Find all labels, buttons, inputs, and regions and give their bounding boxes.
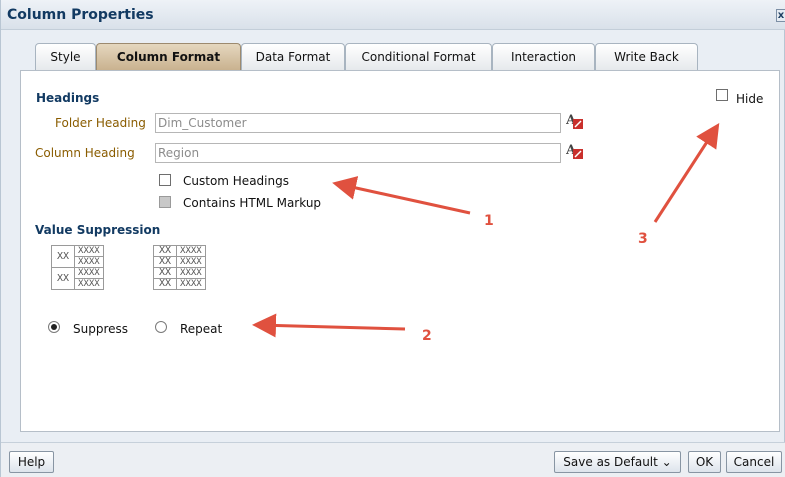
preview-repeat-cell: XX: [152, 256, 178, 268]
title-bar: Column Properties x: [1, 0, 785, 30]
suppress-preview-image: XX XXXX XXXX XX XXXX XXXX: [50, 245, 104, 290]
html-markup-checkbox[interactable]: [159, 196, 171, 208]
repeat-preview-image: XX XXXX XX XXXX XX XXXX XX XXXX: [152, 245, 206, 290]
repeat-label: Repeat: [180, 322, 223, 336]
column-properties-dialog: Column Properties x Style Column Format …: [0, 0, 785, 477]
preview-value-cell: XXXX: [176, 267, 206, 279]
cancel-button[interactable]: Cancel: [726, 451, 782, 473]
preview-repeat-cell: XX: [152, 267, 178, 279]
column-heading-label: Column Heading: [35, 146, 135, 160]
repeat-radio[interactable]: [155, 321, 167, 333]
preview-repeat-cell: XX: [152, 245, 178, 257]
tab-column-format[interactable]: Column Format: [96, 43, 241, 70]
tab-write-back[interactable]: Write Back: [595, 43, 698, 70]
hide-label: Hide: [736, 92, 764, 106]
headings-section-title: Headings: [36, 91, 100, 105]
annotation-label-3: 3: [638, 231, 648, 247]
tab-style[interactable]: Style: [35, 43, 96, 70]
suppress-radio[interactable]: [48, 321, 60, 333]
close-icon[interactable]: x: [776, 9, 785, 22]
help-button[interactable]: Help: [9, 451, 54, 473]
hide-checkbox[interactable]: [716, 89, 728, 101]
custom-headings-checkbox[interactable]: [159, 174, 171, 186]
dialog-title: Column Properties: [7, 7, 154, 23]
preview-value-cell: XXXX: [176, 278, 206, 290]
preview-value-cell: XXXX: [176, 256, 206, 268]
tab-interaction[interactable]: Interaction: [492, 43, 595, 70]
custom-headings-label: Custom Headings: [183, 174, 289, 188]
font-format-icon[interactable]: A: [565, 142, 584, 160]
radio-selected-dot: [51, 324, 57, 330]
suppress-label: Suppress: [73, 322, 129, 336]
column-format-panel: Headings Folder Heading A Column Heading…: [20, 70, 780, 432]
column-heading-input[interactable]: [155, 143, 561, 163]
html-markup-label: Contains HTML Markup: [183, 196, 322, 210]
annotation-label-2: 2: [422, 328, 432, 344]
folder-heading-input[interactable]: [155, 113, 561, 133]
tab-data-format[interactable]: Data Format: [241, 43, 345, 70]
footer-bar: Help Save as Default ⌄ OK Cancel: [1, 442, 785, 477]
preview-repeat-cell: XX: [152, 278, 178, 290]
folder-heading-label: Folder Heading: [55, 116, 146, 130]
preview-value-cell: XXXX: [176, 245, 206, 257]
preview-value-cell: XXXX: [74, 267, 104, 279]
preview-value-cell: XXXX: [74, 256, 104, 268]
value-suppression-section-title: Value Suppression: [35, 223, 161, 237]
annotation-label-1: 1: [484, 213, 494, 229]
tab-conditional-format[interactable]: Conditional Format: [345, 43, 492, 70]
preview-value-cell: XXXX: [74, 245, 104, 257]
preview-merged-cell: XX: [50, 245, 76, 268]
preview-merged-cell: XX: [50, 267, 76, 290]
font-format-icon[interactable]: A: [565, 112, 584, 130]
ok-button[interactable]: OK: [688, 451, 721, 473]
preview-value-cell: XXXX: [74, 278, 104, 290]
save-as-default-button[interactable]: Save as Default ⌄: [554, 451, 681, 473]
